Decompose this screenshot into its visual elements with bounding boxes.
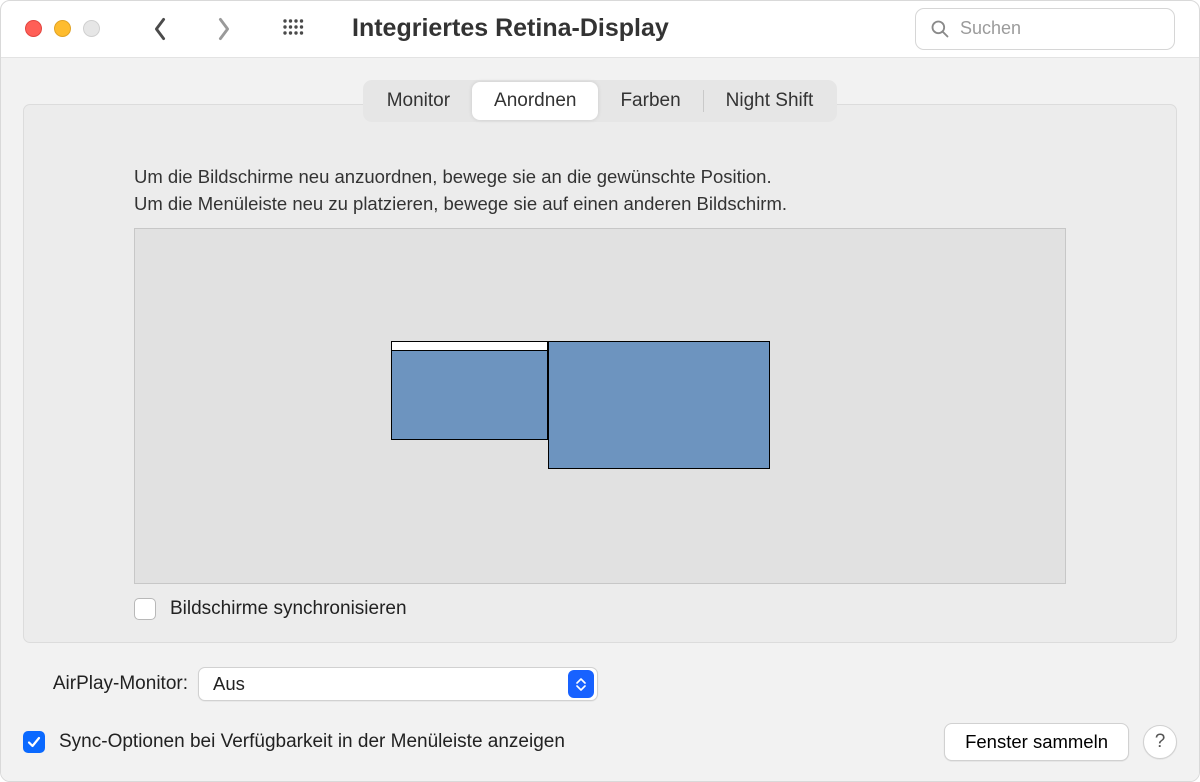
forward-button [210, 15, 238, 43]
search-input[interactable] [960, 18, 1160, 39]
display-primary[interactable] [391, 341, 548, 440]
gather-windows-button[interactable]: Fenster sammeln [944, 723, 1129, 761]
page-title: Integriertes Retina-Display [352, 14, 669, 43]
tab-monitor[interactable]: Monitor [365, 82, 472, 120]
nav-buttons [146, 15, 238, 43]
instruction-line2: Um die Menüleiste neu zu platzieren, bew… [134, 190, 1066, 218]
zoom-icon [83, 20, 100, 37]
arrangement-canvas[interactable] [134, 228, 1066, 584]
check-icon [27, 735, 41, 749]
back-button[interactable] [146, 15, 174, 43]
sync-options-checkbox[interactable] [23, 731, 45, 753]
mirror-checkbox[interactable] [134, 598, 156, 620]
airplay-value: Aus [199, 673, 568, 695]
content: Monitor Anordnen Farben Night Shift Um d… [1, 58, 1199, 782]
instruction-line1: Um die Bildschirme neu anzuordnen, beweg… [134, 163, 1066, 191]
tab-bar-wrap: Monitor Anordnen Farben Night Shift [23, 58, 1177, 116]
show-all-button[interactable] [280, 16, 306, 42]
chevron-left-icon [152, 17, 168, 41]
airplay-label: AirPlay-Monitor: [23, 673, 188, 695]
search-field[interactable] [915, 8, 1175, 50]
search-icon [930, 19, 950, 39]
window-controls [25, 20, 100, 37]
display-secondary[interactable] [548, 341, 770, 469]
display-primary-menubar[interactable] [392, 342, 547, 351]
close-icon[interactable] [25, 20, 42, 37]
airplay-select[interactable]: Aus [198, 667, 598, 701]
titlebar: Integriertes Retina-Display [1, 1, 1199, 58]
grid-icon [282, 18, 304, 40]
preferences-window: Integriertes Retina-Display Monitor Anor… [0, 0, 1200, 782]
tab-anordnen[interactable]: Anordnen [472, 82, 598, 120]
mirror-row: Bildschirme synchronisieren [134, 598, 1066, 620]
help-button[interactable]: ? [1143, 725, 1177, 759]
tab-bar: Monitor Anordnen Farben Night Shift [363, 80, 838, 122]
airplay-row: AirPlay-Monitor: Aus [23, 667, 1177, 701]
sync-options-label: Sync-Optionen bei Verfügbarkeit in der M… [59, 731, 565, 753]
mirror-label: Bildschirme synchronisieren [170, 598, 407, 620]
chevron-right-icon [216, 17, 232, 41]
updown-caret-icon [568, 670, 594, 698]
minimize-icon[interactable] [54, 20, 71, 37]
tab-night-shift[interactable]: Night Shift [704, 82, 836, 120]
tab-farben[interactable]: Farben [598, 82, 702, 120]
arrange-panel: Um die Bildschirme neu anzuordnen, beweg… [23, 104, 1177, 644]
sync-options-row: Sync-Optionen bei Verfügbarkeit in der M… [23, 723, 1177, 761]
